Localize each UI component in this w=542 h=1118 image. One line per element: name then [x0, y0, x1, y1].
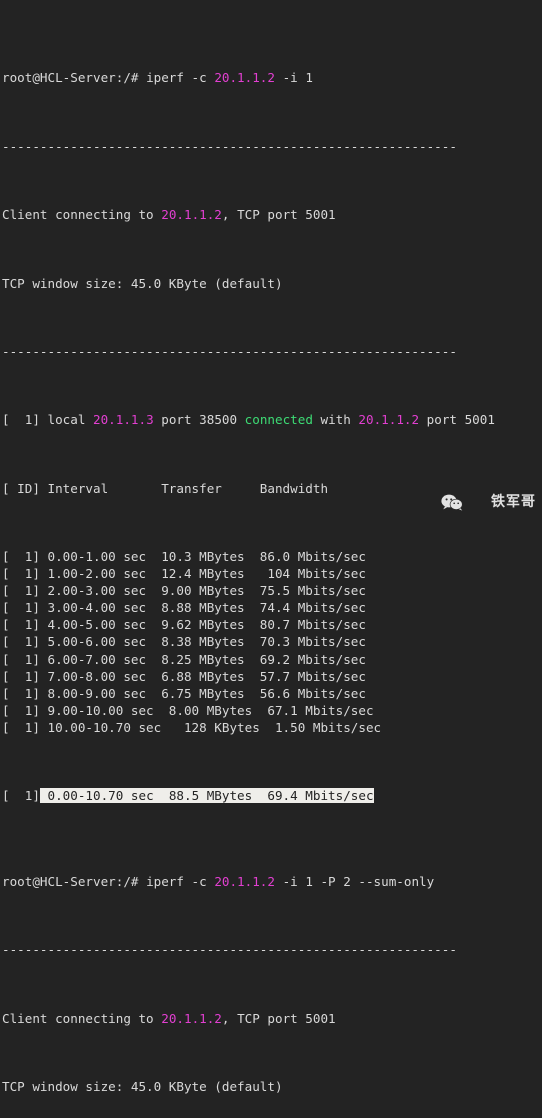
summary-row-selected-text[interactable]: 0.00-10.70 sec 88.5 MBytes 69.4 Mbits/se… — [39, 788, 374, 804]
interval-row: [ 1] 7.00-8.00 sec 6.88 MBytes 57.7 Mbit… — [2, 668, 366, 684]
connecting-suffix: , TCP port 5001 — [221, 207, 336, 223]
shell-prompt: root@HCL-Server:/# — [2, 873, 147, 889]
connection-suffix: port 5001 — [419, 412, 495, 428]
separator-line: ----------------------------------------… — [2, 942, 457, 958]
tcp-window-line-2: TCP window size: 45.0 KByte (default) — [2, 1078, 283, 1094]
command-text-after-ip: -i 1 -P 2 --sum-only — [274, 873, 435, 889]
command-text-after-ip: -i 1 — [274, 70, 313, 86]
interval-row: [ 1] 10.00-10.70 sec 128 KBytes 1.50 Mbi… — [2, 719, 382, 735]
command-line-1: root@HCL-Server:/# iperf -c 20.1.1.2 -i … — [2, 69, 542, 86]
target-ip: 20.1.1.2 — [214, 873, 275, 889]
interval-row: [ 1] 0.00-1.00 sec 10.3 MBytes 86.0 Mbit… — [2, 549, 366, 564]
shell-prompt: root@HCL-Server:/# — [2, 70, 147, 86]
client-connecting-line-1: Client connecting to 20.1.1.2, TCP port … — [2, 206, 542, 223]
interval-row: [ 1] 6.00-7.00 sec 8.25 MBytes 69.2 Mbit… — [2, 651, 366, 667]
connection-with-text: with — [312, 412, 359, 428]
separator-line: ----------------------------------------… — [2, 343, 457, 359]
connecting-ip: 20.1.1.2 — [161, 207, 222, 223]
tcp-window-line-1: TCP window size: 45.0 KByte (default) — [2, 275, 283, 291]
command-text-before-ip: iperf -c — [146, 70, 215, 86]
local-ip: 20.1.1.3 — [93, 412, 154, 428]
connecting-prefix: Client connecting to — [2, 1010, 162, 1026]
command-text-before-ip: iperf -c — [146, 873, 215, 889]
interval-row: [ 1] 4.00-5.00 sec 9.62 MBytes 80.7 Mbit… — [2, 617, 366, 633]
command-line-2: root@HCL-Server:/# iperf -c 20.1.1.2 -i … — [2, 873, 542, 890]
watermark: 铁军哥 — [440, 460, 537, 545]
table-header-1: [ ID] Interval Transfer Bandwidth — [2, 480, 329, 496]
connecting-ip: 20.1.1.2 — [161, 1010, 222, 1026]
interval-row: [ 1] 2.00-3.00 sec 9.00 MBytes 75.5 Mbit… — [2, 583, 366, 599]
connecting-prefix: Client connecting to — [2, 207, 162, 223]
connecting-suffix: , TCP port 5001 — [221, 1010, 336, 1026]
connection-established-line: [ 1] local 20.1.1.3 port 38500 connected… — [2, 411, 542, 428]
watermark-text: 铁军哥 — [491, 493, 536, 510]
interval-row: [ 1] 3.00-4.00 sec 8.88 MBytes 74.4 Mbit… — [2, 600, 366, 616]
connection-port-text: port 38500 — [153, 412, 245, 428]
wechat-icon — [440, 460, 487, 545]
remote-ip: 20.1.1.2 — [358, 412, 420, 428]
separator-line: ----------------------------------------… — [2, 138, 457, 154]
interval-row: [ 1] 8.00-9.00 sec 6.75 MBytes 56.6 Mbit… — [2, 685, 366, 701]
summary-row-1: [ 1] 0.00-10.70 sec 88.5 MBytes 69.4 Mbi… — [2, 787, 542, 804]
terminal-window[interactable]: root@HCL-Server:/# iperf -c 20.1.1.2 -i … — [0, 0, 542, 1094]
connection-prefix: [ 1] local — [2, 412, 93, 428]
interval-row: [ 1] 1.00-2.00 sec 12.4 MBytes 104 Mbits… — [2, 566, 366, 582]
summary-row-id: [ 1] — [2, 788, 40, 804]
interval-table-1: [ 1] 0.00-1.00 sec 10.3 MBytes 86.0 Mbit… — [2, 548, 542, 736]
client-connecting-line-2: Client connecting to 20.1.1.2, TCP port … — [2, 1010, 542, 1027]
target-ip: 20.1.1.2 — [214, 70, 275, 86]
interval-row: [ 1] 9.00-10.00 sec 8.00 MBytes 67.1 Mbi… — [2, 702, 374, 718]
interval-row: [ 1] 5.00-6.00 sec 8.38 MBytes 70.3 Mbit… — [2, 634, 366, 650]
connected-status: connected — [244, 412, 313, 428]
